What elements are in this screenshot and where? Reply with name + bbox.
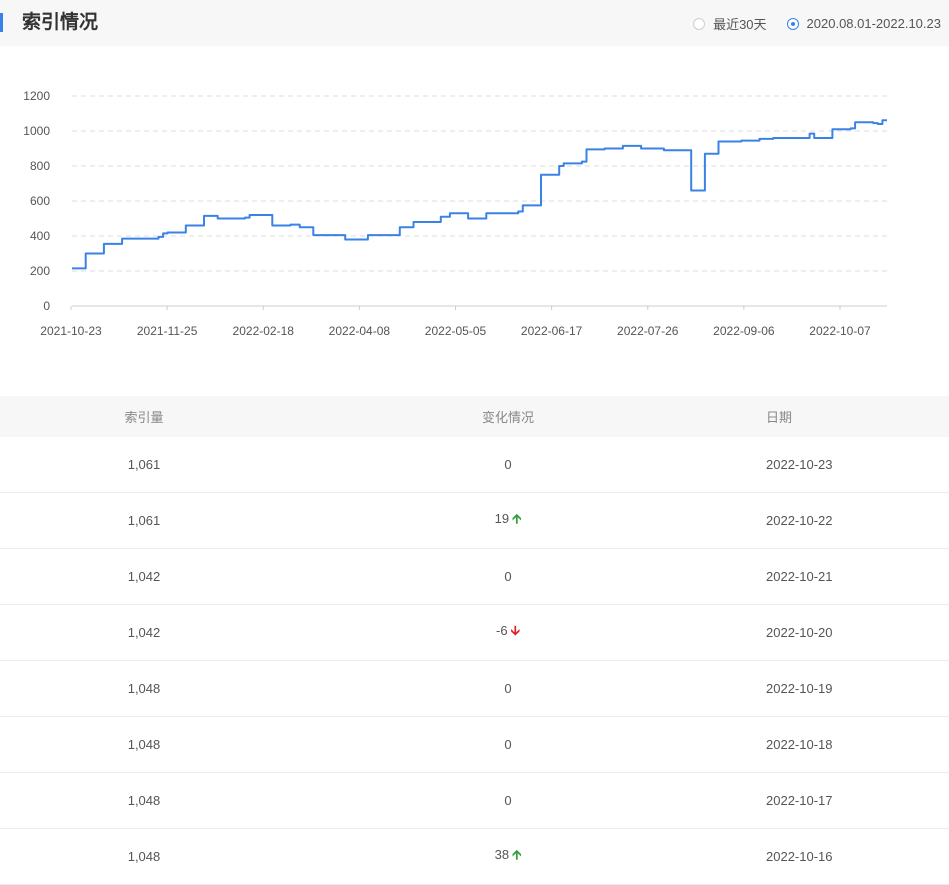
index-count-cell: 1,061 [127,513,161,528]
x-tick-label: 2022-05-05 [425,324,487,338]
index-count-cell: 1,048 [127,681,161,696]
change-value: 38 [494,846,510,862]
x-tick-label: 2022-10-07 [809,324,871,338]
change-cell: 0 [288,569,718,584]
option-label: 2020.08.01-2022.10.23 [806,16,941,31]
date-cell: 2022-10-19 [766,681,833,696]
x-tick-label: 2022-07-26 [617,324,679,338]
option-custom-range[interactable]: 2020.08.01-2022.10.23 [786,16,941,31]
date-cell: 2022-10-17 [766,793,833,808]
table-row: 1,048 0 2022-10-17 [0,773,949,829]
table-body: 1,061 0 2022-10-23 1,061 19 🡩 2022-10-22 1,042 0… [0,437,949,885]
change-value: 19 [494,510,510,526]
index-line-chart: 0 200 400 600 800 1000 1200 2021-10-23 2021-11-2… [23,89,887,338]
change-value: 0 [504,457,512,472]
x-tick-label: 2021-11-25 [137,324,198,338]
arrow-up-icon: 🡩 [512,510,522,526]
index-count-cell: 1,061 [127,457,161,472]
change-cell: -6 🡫 [288,622,718,644]
table-row: 1,061 19 🡩 2022-10-22 [0,493,949,549]
index-count-cell: 1,048 [127,849,161,864]
y-tick-label: 600 [30,194,50,208]
table-row: 1,061 0 2022-10-23 [0,437,949,493]
change-value: 0 [504,681,512,696]
index-count-cell: 1,042 [127,625,161,640]
date-cell: 2022-10-18 [766,737,833,752]
y-tick-label: 400 [30,229,50,243]
change-cell: 0 [288,681,718,696]
table-row: 1,042 -6 🡫 2022-10-20 [0,605,949,661]
radio-checked-icon[interactable] [786,17,799,30]
y-tick-label: 1000 [23,124,50,138]
table-header: 索引量 变化情况 日期 [0,396,949,437]
index-table: 索引量 变化情况 日期 1,061 0 2022-10-23 1,061 19 🡩 2022… [0,396,949,885]
header-accent-bar [0,13,3,32]
change-value: 0 [504,793,512,808]
radio-unchecked-icon[interactable] [693,17,706,30]
option-last-30-days[interactable]: 最近30天 [693,14,767,33]
y-tick-label: 0 [43,299,50,313]
date-range-options: 最近30天 2020.08.01-2022.10.23 [673,14,941,33]
arrow-up-icon: 🡩 [512,846,522,862]
table-row: 1,048 0 2022-10-18 [0,717,949,773]
date-cell: 2022-10-22 [766,513,833,528]
x-tick-label: 2022-04-08 [329,324,391,338]
x-tick-label: 2022-02-18 [233,324,295,338]
table-row: 1,048 38 🡩 2022-10-16 [0,829,949,885]
table-row: 1,042 0 2022-10-21 [0,549,949,605]
header-count: 索引量 [124,410,164,425]
change-cell: 38 🡩 [288,846,718,868]
y-tick-label: 200 [30,264,50,278]
header-change: 变化情况 [481,410,534,425]
index-count-cell: 1,048 [127,793,161,808]
change-cell: 19 🡩 [288,510,718,532]
section-title: 索引情况 [22,12,99,33]
y-tick-label: 800 [30,159,50,173]
change-value: -6 [496,622,508,638]
section-header: 索引情况 最近30天 2020.08.01-2022.10.23 [0,0,949,46]
series-line [72,119,887,270]
date-cell: 2022-10-23 [766,457,833,472]
date-cell: 2022-10-20 [766,625,833,640]
table-row: 1,048 0 2022-10-19 [0,661,949,717]
y-tick-label: 1200 [23,89,50,103]
arrow-down-icon: 🡫 [510,622,520,638]
date-cell: 2022-10-16 [766,849,833,864]
x-tick-label: 2022-09-06 [713,324,775,338]
index-count-cell: 1,048 [127,737,161,752]
date-cell: 2022-10-21 [766,569,833,584]
change-cell: 0 [288,457,718,472]
change-value: 0 [504,737,512,752]
header-date: 日期 [766,410,793,425]
change-cell: 0 [288,793,718,808]
x-tick-label: 2021-10-23 [40,324,102,338]
change-value: 0 [504,569,512,584]
change-cell: 0 [288,737,718,752]
index-count-cell: 1,042 [127,569,161,584]
x-tick-label: 2022-06-17 [521,324,583,338]
option-label: 最近30天 [713,17,767,32]
